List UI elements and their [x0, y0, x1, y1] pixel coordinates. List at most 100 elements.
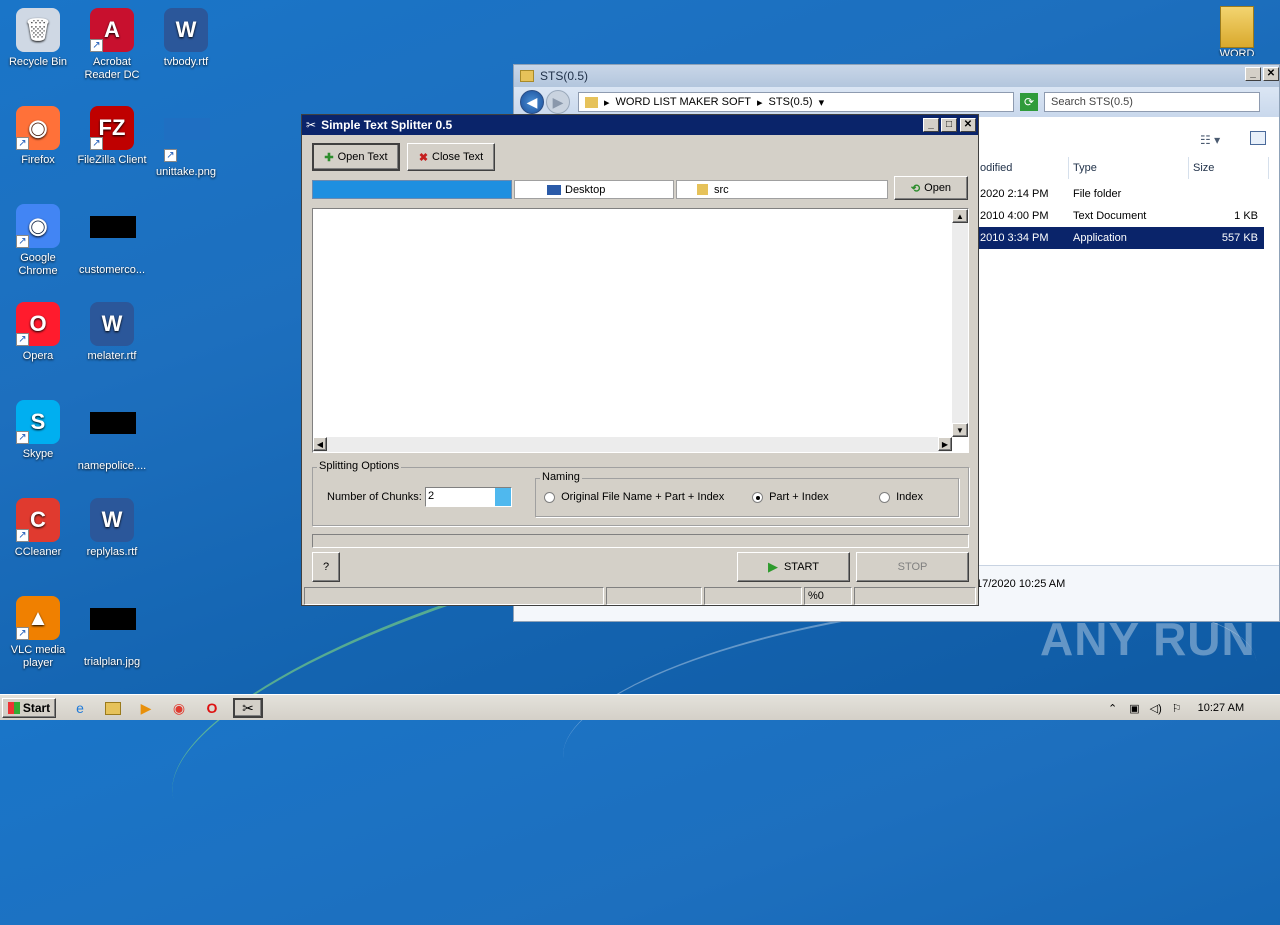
- desktop-icon[interactable]: FZ ↗ FileZilla Client: [74, 106, 150, 167]
- chevron-down-icon[interactable]: ▾: [819, 96, 825, 109]
- close-icon[interactable]: ✕: [1263, 67, 1279, 81]
- chevron-right-icon: ▸: [757, 96, 763, 109]
- naming-option-index[interactable]: Index: [879, 491, 923, 503]
- folder-icon-top-right[interactable]: WORD LIST: [1212, 6, 1262, 62]
- stop-button[interactable]: STOP: [856, 552, 969, 582]
- network-icon[interactable]: ▣: [1129, 702, 1139, 715]
- scroll-up-icon[interactable]: ▲: [952, 209, 968, 223]
- chunks-spinner[interactable]: [495, 488, 511, 506]
- desktop-icon[interactable]: ◉ ↗ Firefox: [0, 106, 76, 167]
- desktop-icon-label: namepolice....: [77, 460, 147, 472]
- app-icon: [90, 608, 136, 652]
- open-button[interactable]: ⟲ Open: [894, 176, 968, 200]
- glyph: W: [90, 498, 134, 542]
- start-button[interactable]: Start: [2, 698, 56, 718]
- desktop-icon[interactable]: ▲ ↗ VLC media player: [0, 596, 76, 670]
- desktop-icon[interactable]: ◉ ↗ Google Chrome: [0, 204, 76, 278]
- sts-window: ✂ Simple Text Splitter 0.5 _ □ ✕ ✚ Open …: [301, 114, 979, 606]
- desktop-icon[interactable]: ↗ unittake.png: [148, 106, 224, 179]
- desktop-icon[interactable]: Wreplylas.rtf: [74, 498, 150, 559]
- tab-desktop[interactable]: Desktop: [514, 180, 674, 199]
- naming-option-original[interactable]: Original File Name + Part + Index: [544, 491, 724, 503]
- scroll-down-icon[interactable]: ▼: [952, 423, 968, 437]
- desktop-icon[interactable]: S ↗ Skype: [0, 400, 76, 461]
- breadcrumb-item[interactable]: STS(0.5): [769, 96, 813, 108]
- desktop-icon[interactable]: A ↗ Acrobat Reader DC: [74, 8, 150, 82]
- desktop-icon[interactable]: 🗑 Recycle Bin: [0, 8, 76, 69]
- explorer-titlebar: STS(0.5): [514, 65, 1279, 87]
- column-header-type[interactable]: Type: [1069, 157, 1189, 179]
- chevron-right-icon: ▸: [604, 96, 610, 109]
- cell-date: 2010 3:34 PM: [980, 232, 1049, 244]
- folder-icon: [585, 96, 598, 108]
- opera-icon[interactable]: O: [200, 698, 224, 718]
- desktop-icon[interactable]: Wtvbody.rtf: [148, 8, 224, 69]
- app-icon: ◉ ↗: [16, 204, 60, 248]
- table-row[interactable]: 2010 3:34 PM Application 557 KB: [974, 227, 1264, 249]
- search-input[interactable]: Search STS(0.5): [1044, 92, 1260, 112]
- breadcrumb-item[interactable]: WORD LIST MAKER SOFT: [616, 96, 751, 108]
- desktop-icon[interactable]: C ↗ CCleaner: [0, 498, 76, 559]
- sts-taskbar-button[interactable]: ✂: [233, 698, 263, 718]
- back-icon[interactable]: ◀: [520, 90, 544, 114]
- horizontal-scrollbar[interactable]: ◀ ▶: [313, 437, 952, 452]
- desktop-icon[interactable]: Wmelater.rtf: [74, 302, 150, 363]
- column-header-modified[interactable]: odified: [976, 157, 1069, 179]
- table-row[interactable]: 2010 4:00 PM Text Document 1 KB: [974, 205, 1264, 227]
- play-icon: ▶: [767, 559, 778, 574]
- shortcut-arrow-icon: ↗: [90, 137, 103, 150]
- close-icon[interactable]: ✕: [960, 118, 976, 132]
- action-center-flag-icon[interactable]: ⚐: [1172, 702, 1182, 715]
- desktop-icon[interactable]: customerco...: [74, 204, 150, 277]
- cell-size: 557 KB: [1221, 232, 1258, 244]
- radio-original[interactable]: [544, 491, 555, 503]
- app-icon: ◉ ↗: [16, 106, 60, 150]
- preview-pane-icon[interactable]: [1250, 131, 1266, 145]
- scroll-right-icon[interactable]: ▶: [938, 437, 952, 451]
- clock[interactable]: 10:27 AM: [1198, 702, 1244, 714]
- file-explorer-icon[interactable]: [101, 698, 125, 718]
- scroll-left-icon[interactable]: ◀: [313, 437, 327, 451]
- naming-group: Naming Original File Name + Part + Index…: [535, 471, 959, 517]
- desktop-icon[interactable]: O ↗ Opera: [0, 302, 76, 363]
- open-text-button[interactable]: ✚ Open Text: [312, 143, 400, 171]
- view-options-icon[interactable]: ☷ ▾: [1200, 133, 1220, 147]
- app-icon: [90, 412, 136, 456]
- radio-index[interactable]: [879, 491, 890, 503]
- minimize-icon[interactable]: _: [1245, 67, 1261, 81]
- refresh-icon[interactable]: ⟳: [1020, 93, 1038, 111]
- app-icon: C ↗: [16, 498, 60, 542]
- close-text-button[interactable]: ✖ Close Text: [407, 143, 495, 171]
- speaker-icon[interactable]: ◁): [1150, 702, 1162, 715]
- text-area[interactable]: ▲ ▼ ◀ ▶: [312, 208, 969, 453]
- forward-icon[interactable]: ▶: [546, 90, 570, 114]
- desktop-icon-label: CCleaner: [14, 546, 62, 558]
- glyph: 🗑: [16, 8, 60, 52]
- column-header-size[interactable]: Size: [1189, 157, 1269, 179]
- vertical-scrollbar[interactable]: ▲ ▼: [952, 209, 968, 437]
- desktop-icon[interactable]: namepolice....: [74, 400, 150, 473]
- cell-size: 1 KB: [1234, 210, 1258, 222]
- internet-explorer-icon[interactable]: e: [68, 698, 92, 718]
- help-button[interactable]: ?: [312, 552, 340, 582]
- naming-option-part-index[interactable]: Part + Index: [752, 491, 829, 503]
- table-row[interactable]: 2020 2:14 PM File folder: [974, 183, 1264, 205]
- maximize-icon[interactable]: □: [941, 118, 957, 132]
- desktop-icon-label: melater.rtf: [87, 350, 137, 362]
- radio-part-index[interactable]: [752, 491, 763, 503]
- show-hidden-icons[interactable]: ⌃: [1108, 702, 1117, 715]
- minimize-icon[interactable]: _: [923, 118, 939, 132]
- app-icon: S ↗: [16, 400, 60, 444]
- media-player-icon[interactable]: ▶: [134, 698, 158, 718]
- chunks-label: Number of Chunks:: [327, 491, 422, 503]
- address-box[interactable]: ▸ WORD LIST MAKER SOFT ▸ STS(0.5) ▾: [578, 92, 1014, 112]
- chunks-input[interactable]: 2: [425, 487, 512, 507]
- tab-src[interactable]: src: [676, 180, 888, 199]
- cell-date: 2020 2:14 PM: [980, 188, 1049, 200]
- chrome-icon[interactable]: ◉: [167, 698, 191, 718]
- desktop-icon-label: VLC media player: [10, 644, 66, 669]
- shortcut-arrow-icon: ↗: [16, 529, 29, 542]
- desktop-icon[interactable]: trialplan.jpg: [74, 596, 150, 669]
- explorer-address-bar: ◀ ▶ ▸ WORD LIST MAKER SOFT ▸ STS(0.5) ▾ …: [514, 87, 1279, 117]
- start-button[interactable]: ▶ START: [737, 552, 850, 582]
